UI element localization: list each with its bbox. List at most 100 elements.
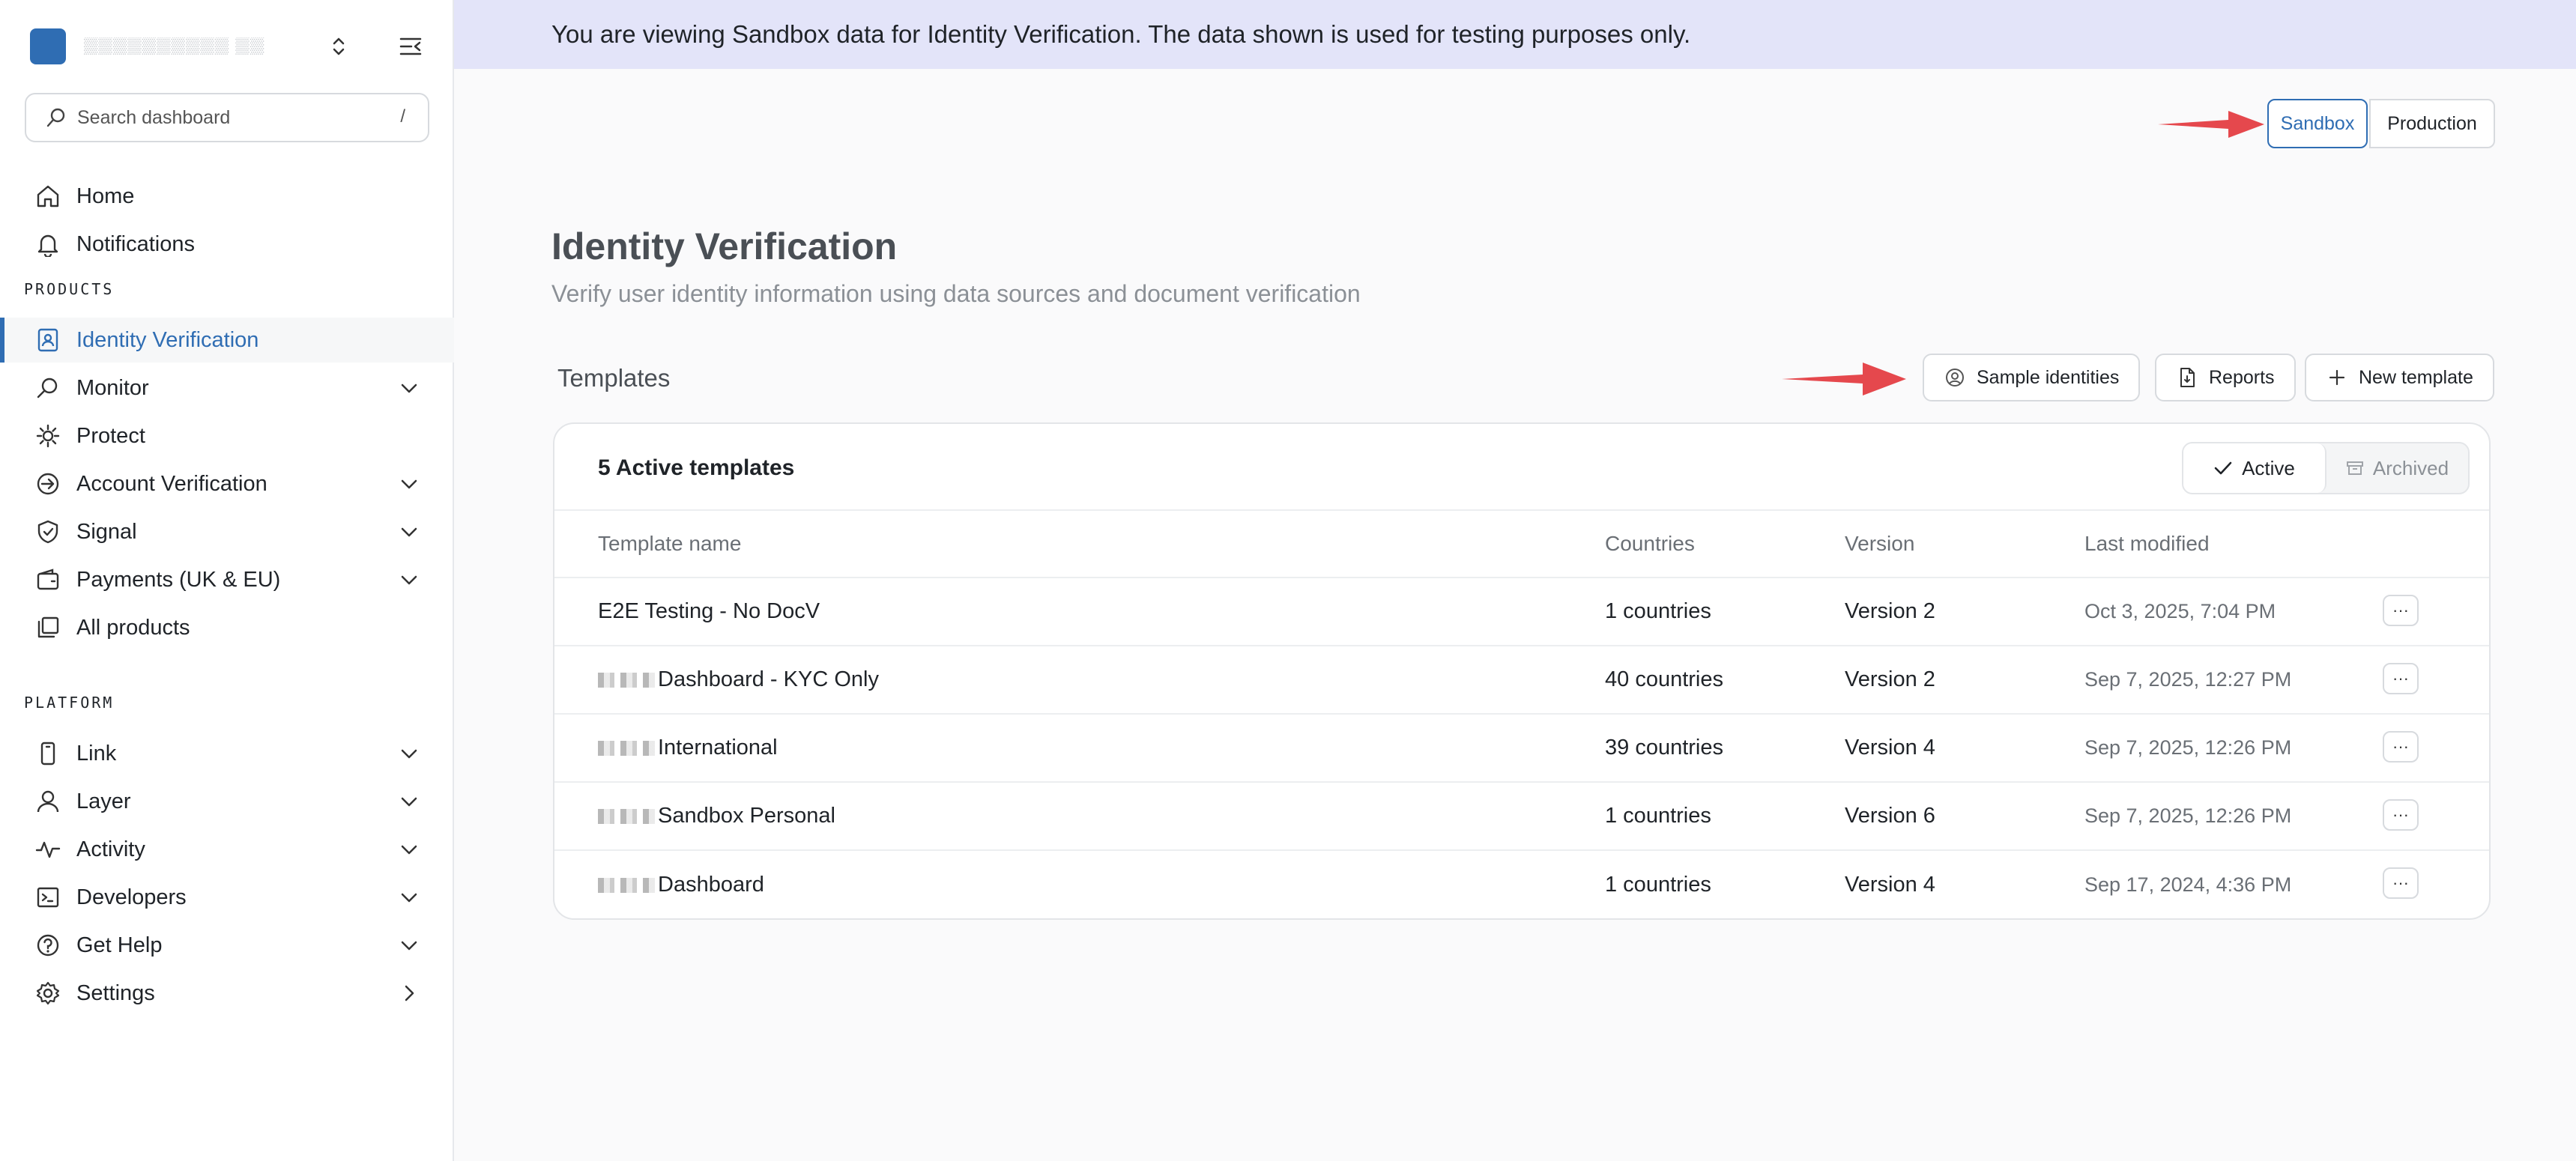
phone-icon xyxy=(33,739,63,769)
document-icon xyxy=(2176,366,2198,389)
column-header-version: Version xyxy=(1845,532,1915,555)
sidebar-item-home[interactable]: Home xyxy=(0,174,454,219)
template-countries: 1 countries xyxy=(1605,873,1711,897)
bell-icon xyxy=(33,229,63,259)
sidebar-item-payments[interactable]: Payments (UK & EU) xyxy=(0,557,454,602)
sidebar: ▒▒▒▒▒▒▒▒▒▒ ▒▒ / Home Notifications PRODU… xyxy=(0,0,454,1161)
chevron-down-icon[interactable] xyxy=(394,469,424,499)
sidebar-item-label: Get Help xyxy=(76,933,163,957)
sidebar-item-get-help[interactable]: Get Help xyxy=(0,923,454,968)
redacted-text xyxy=(598,672,655,688)
sidebar-item-layer[interactable]: Layer xyxy=(0,779,454,824)
chevron-down-icon[interactable] xyxy=(394,930,424,960)
templates-heading: Templates xyxy=(557,364,671,392)
home-icon xyxy=(33,181,63,211)
user-circle-icon xyxy=(1944,366,1966,389)
template-countries: 40 countries xyxy=(1605,667,1723,691)
chevron-down-icon[interactable] xyxy=(394,882,424,912)
products-heading: PRODUCTS xyxy=(24,280,115,298)
chevron-down-icon[interactable] xyxy=(394,786,424,816)
filter-active-tab[interactable]: Active xyxy=(2183,443,2326,493)
sandbox-toggle[interactable]: Sandbox xyxy=(2267,99,2368,148)
sidebar-item-monitor[interactable]: Monitor xyxy=(0,366,454,410)
chevron-up-down-icon[interactable] xyxy=(324,31,354,61)
sidebar-item-settings[interactable]: Settings xyxy=(0,971,454,1016)
row-more-button[interactable]: ··· xyxy=(2383,731,2419,763)
search-icon xyxy=(46,108,65,127)
row-more-button[interactable]: ··· xyxy=(2383,595,2419,626)
table-row[interactable]: Dashboard 1 countries Version 4 Sep 17, … xyxy=(554,851,2489,918)
sidebar-item-label: Monitor xyxy=(76,375,149,400)
gear-shield-icon xyxy=(33,421,63,451)
search-shortcut: / xyxy=(400,106,405,127)
new-template-button[interactable]: New template xyxy=(2305,354,2494,401)
sidebar-item-label: Identity Verification xyxy=(76,327,259,352)
help-icon xyxy=(33,930,63,960)
sidebar-item-activity[interactable]: Activity xyxy=(0,827,454,872)
template-version: Version 6 xyxy=(1845,804,1935,828)
wallet-icon xyxy=(33,565,63,595)
sidebar-item-developers[interactable]: Developers xyxy=(0,875,454,920)
table-row[interactable]: International 39 countries Version 4 Sep… xyxy=(554,715,2489,783)
filter-active-label: Active xyxy=(2242,456,2295,479)
sidebar-item-all-products[interactable]: All products xyxy=(0,605,454,650)
templates-card: 5 Active templates Active Archived Templ… xyxy=(553,422,2491,920)
sidebar-item-label: Settings xyxy=(76,980,155,1005)
template-last-modified: Sep 17, 2024, 4:36 PM xyxy=(2084,873,2292,896)
template-name: Dashboard xyxy=(658,873,764,897)
chevron-down-icon[interactable] xyxy=(394,517,424,547)
row-more-button[interactable]: ··· xyxy=(2383,867,2419,899)
search-icon xyxy=(33,373,63,403)
row-more-button[interactable]: ··· xyxy=(2383,799,2419,831)
template-last-modified: Sep 7, 2025, 12:26 PM xyxy=(2084,736,2292,759)
column-header-template-name: Template name xyxy=(598,532,742,555)
template-last-modified: Oct 3, 2025, 7:04 PM xyxy=(2084,600,2276,622)
filter-archived-label: Archived xyxy=(2372,456,2449,479)
template-version: Version 2 xyxy=(1845,667,1935,691)
annotation-arrow-icon xyxy=(2158,111,2264,138)
sidebar-item-label: Activity xyxy=(76,837,145,861)
chevron-down-icon[interactable] xyxy=(394,565,424,595)
sidebar-item-protect[interactable]: Protect xyxy=(0,413,454,458)
sidebar-item-identity-verification[interactable]: Identity Verification xyxy=(0,318,454,363)
chevron-right-icon[interactable] xyxy=(394,978,424,1008)
page-subtitle: Verify user identity information using d… xyxy=(551,280,1361,307)
production-toggle[interactable]: Production xyxy=(2369,99,2495,148)
sidebar-item-account-verification[interactable]: Account Verification xyxy=(0,461,454,506)
sidebar-item-signal[interactable]: Signal xyxy=(0,509,454,554)
table-row[interactable]: Dashboard - KYC Only 40 countries Versio… xyxy=(554,646,2489,715)
template-name: Sandbox Personal xyxy=(658,804,835,828)
sidebar-item-link[interactable]: Link xyxy=(0,731,454,776)
templates-count-title: 5 Active templates xyxy=(598,455,795,480)
filter-archived-tab[interactable]: Archived xyxy=(2326,443,2468,493)
reports-button[interactable]: Reports xyxy=(2155,354,2296,401)
sidebar-item-label: Layer xyxy=(76,789,131,813)
search-box[interactable]: / xyxy=(25,93,429,142)
id-badge-icon xyxy=(33,325,63,355)
template-countries: 1 countries xyxy=(1605,804,1711,828)
workspace-logo xyxy=(30,28,66,64)
chevron-down-icon[interactable] xyxy=(394,739,424,769)
collapse-sidebar-icon[interactable] xyxy=(396,31,426,61)
chevron-down-icon[interactable] xyxy=(394,834,424,864)
sample-identities-button[interactable]: Sample identities xyxy=(1923,354,2141,401)
table-row[interactable]: Sandbox Personal 1 countries Version 6 S… xyxy=(554,783,2489,851)
sidebar-item-notifications[interactable]: Notifications xyxy=(0,222,454,267)
table-row[interactable]: E2E Testing - No DocV 1 countries Versio… xyxy=(554,578,2489,646)
pulse-icon xyxy=(33,834,63,864)
sidebar-item-label: Signal xyxy=(76,519,137,544)
sidebar-item-label: Account Verification xyxy=(76,471,267,496)
template-name-cell: Sandbox Personal xyxy=(598,783,835,849)
template-name-cell: Dashboard xyxy=(598,851,764,918)
search-input[interactable] xyxy=(77,106,377,129)
sidebar-item-label: Notifications xyxy=(76,231,195,256)
new-template-label: New template xyxy=(2359,366,2473,388)
row-more-button[interactable]: ··· xyxy=(2383,663,2419,694)
template-version: Version 4 xyxy=(1845,736,1935,760)
redacted-text xyxy=(598,808,655,824)
annotation-arrow-icon xyxy=(1782,363,1906,395)
workspace-switcher[interactable]: ▒▒▒▒▒▒▒▒▒▒ ▒▒ xyxy=(30,28,422,64)
chevron-down-icon[interactable] xyxy=(394,373,424,403)
sidebar-item-label: Link xyxy=(76,741,117,766)
template-countries: 39 countries xyxy=(1605,736,1723,760)
